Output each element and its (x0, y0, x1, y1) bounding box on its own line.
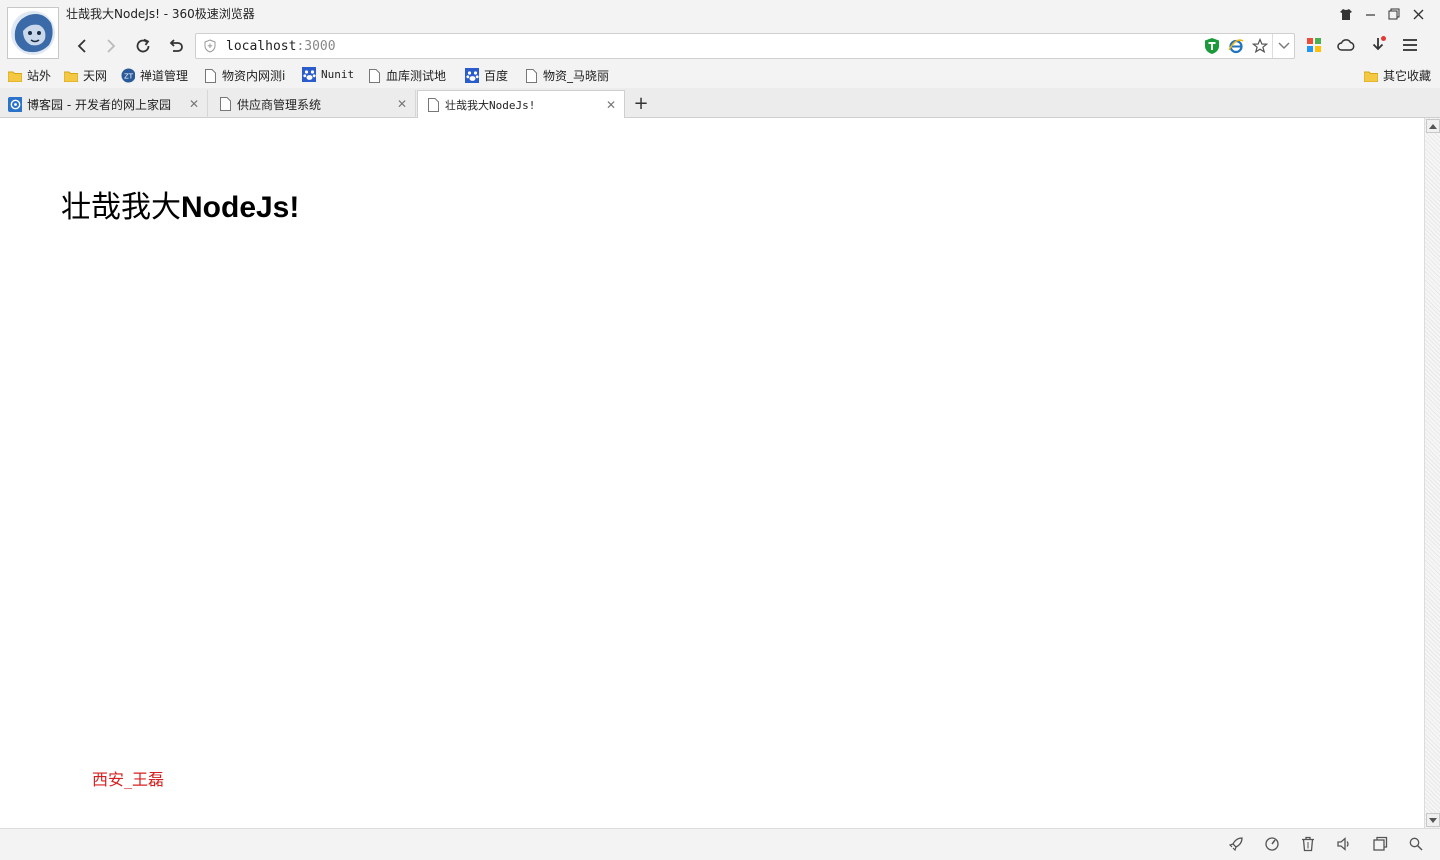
url-text[interactable]: localhost:3000 (226, 39, 336, 54)
reload-button[interactable] (130, 34, 156, 58)
folder-icon (1364, 69, 1378, 83)
window-controls (1334, 4, 1430, 24)
cnblogs-icon (8, 96, 22, 112)
status-bar (0, 828, 1440, 860)
forward-button[interactable] (98, 34, 124, 58)
bookmark-label: 百度 (484, 69, 509, 83)
skin-shirt-icon[interactable] (1334, 4, 1358, 24)
page-icon (218, 97, 232, 111)
tab-label: 壮哉我大NodeJs! (445, 98, 536, 112)
bookmark-label: Nunit (321, 67, 355, 81)
bookmark-label: 天网 (83, 69, 108, 83)
close-window-button[interactable] (1406, 4, 1430, 24)
page-icon (426, 97, 440, 112)
bookmark-label: 禅道管理 (140, 69, 189, 83)
notification-dot (1381, 36, 1386, 41)
zt-logo-icon: ZT (121, 68, 135, 83)
bookmark-item[interactable]: 物资内网测i (203, 67, 285, 84)
tab-cnblogs[interactable]: 博客园 - 开发者的网上家园 ✕ (0, 90, 208, 118)
toolbar-right (1302, 33, 1422, 57)
address-bar[interactable]: localhost:3000 (195, 33, 1295, 59)
bookmark-item[interactable]: 物资_马晓丽 (524, 67, 609, 84)
accelerate-icon[interactable] (1262, 835, 1282, 853)
title-bar: 壮哉我大NodeJs! - 360极速浏览器 (0, 0, 1440, 30)
ie-engine-icon[interactable] (1224, 34, 1248, 58)
window-title: 壮哉我大NodeJs! - 360极速浏览器 (66, 7, 255, 21)
tab-label: 供应商管理系统 (237, 97, 322, 112)
author-name: 西安_王磊 (92, 770, 165, 789)
svg-text:ZT: ZT (124, 73, 134, 81)
download-icon[interactable] (1366, 33, 1390, 57)
paw-icon (465, 68, 479, 83)
bookmark-item[interactable]: 站外 (8, 67, 51, 84)
status-bar-icons (1226, 835, 1426, 853)
tab-label: 博客园 - 开发者的网上家园 (27, 97, 171, 112)
heading-latin: NodeJs! (181, 191, 300, 224)
scroll-down-arrow[interactable] (1426, 813, 1440, 827)
bookmark-item[interactable]: 血库测试地 (367, 67, 446, 84)
page-content: 壮哉我大NodeJs! 西安_王磊 (0, 118, 1424, 828)
cloud-sync-icon[interactable] (1334, 33, 1358, 57)
bookmark-item[interactable]: 百度 (465, 67, 508, 84)
undo-close-button[interactable] (163, 34, 189, 58)
apps-grid-icon[interactable] (1302, 33, 1326, 57)
volume-icon[interactable] (1334, 835, 1354, 853)
zoom-search-icon[interactable] (1406, 835, 1426, 853)
folder-icon (64, 69, 78, 83)
page-icon (524, 68, 538, 83)
green-shield-icon[interactable] (1200, 34, 1224, 58)
user-avatar[interactable] (7, 7, 59, 59)
new-tab-button[interactable]: + (630, 92, 652, 114)
tab-strip: 博客园 - 开发者的网上家园 ✕ 供应商管理系统 ✕ 壮哉我大NodeJs! ✕… (0, 88, 1440, 119)
heading-cjk: 壮哉我大 (61, 190, 181, 225)
scroll-up-arrow[interactable] (1426, 119, 1440, 133)
rocket-icon[interactable] (1226, 835, 1246, 853)
trash-icon[interactable] (1298, 835, 1318, 853)
bookmark-item[interactable]: Nunit (302, 66, 355, 82)
bookmark-label: 物资_马晓丽 (543, 69, 610, 83)
tab-close-icon[interactable]: ✕ (397, 97, 407, 111)
menu-hamburger-icon[interactable] (1398, 33, 1422, 57)
security-shield-icon (204, 39, 216, 53)
page-icon (203, 68, 217, 83)
window-mode-icon[interactable] (1370, 835, 1390, 853)
other-bookmarks-label: 其它收藏 (1383, 69, 1432, 83)
back-button[interactable] (69, 34, 95, 58)
page-heading: 壮哉我大NodeJs! (61, 182, 299, 226)
vertical-scrollbar[interactable] (1424, 118, 1440, 828)
url-port: :3000 (296, 39, 336, 54)
minimize-button[interactable] (1358, 4, 1382, 24)
star-bookmark-icon[interactable] (1248, 34, 1272, 58)
lion-mascot-icon (11, 11, 55, 55)
bookmark-label: 物资内网测i (222, 69, 286, 83)
chevron-down-icon[interactable] (1272, 34, 1294, 58)
navigation-bar: localhost:3000 (0, 30, 1440, 62)
restore-button[interactable] (1382, 4, 1406, 24)
bookmark-item[interactable]: 天网 (64, 67, 107, 84)
bookmarks-bar: 站外 天网 ZT 禅道管理 物资内网测i Nunit 血库测试地 百度 物资_马… (0, 62, 1440, 88)
bookmark-label: 站外 (27, 69, 52, 83)
paw-icon (302, 66, 316, 82)
other-bookmarks[interactable]: 其它收藏 (1364, 67, 1431, 84)
tab-close-icon[interactable]: ✕ (189, 97, 199, 111)
page-icon (367, 68, 381, 83)
tab-supplier[interactable]: 供应商管理系统 ✕ (210, 90, 416, 118)
tab-nodejs[interactable]: 壮哉我大NodeJs! ✕ (417, 90, 625, 119)
tab-close-icon[interactable]: ✕ (606, 98, 616, 112)
folder-icon (8, 69, 22, 83)
address-bar-icons (1200, 34, 1294, 58)
url-host: localhost (226, 39, 297, 54)
bookmark-label: 血库测试地 (386, 69, 447, 83)
bookmark-item[interactable]: ZT 禅道管理 (121, 67, 188, 84)
